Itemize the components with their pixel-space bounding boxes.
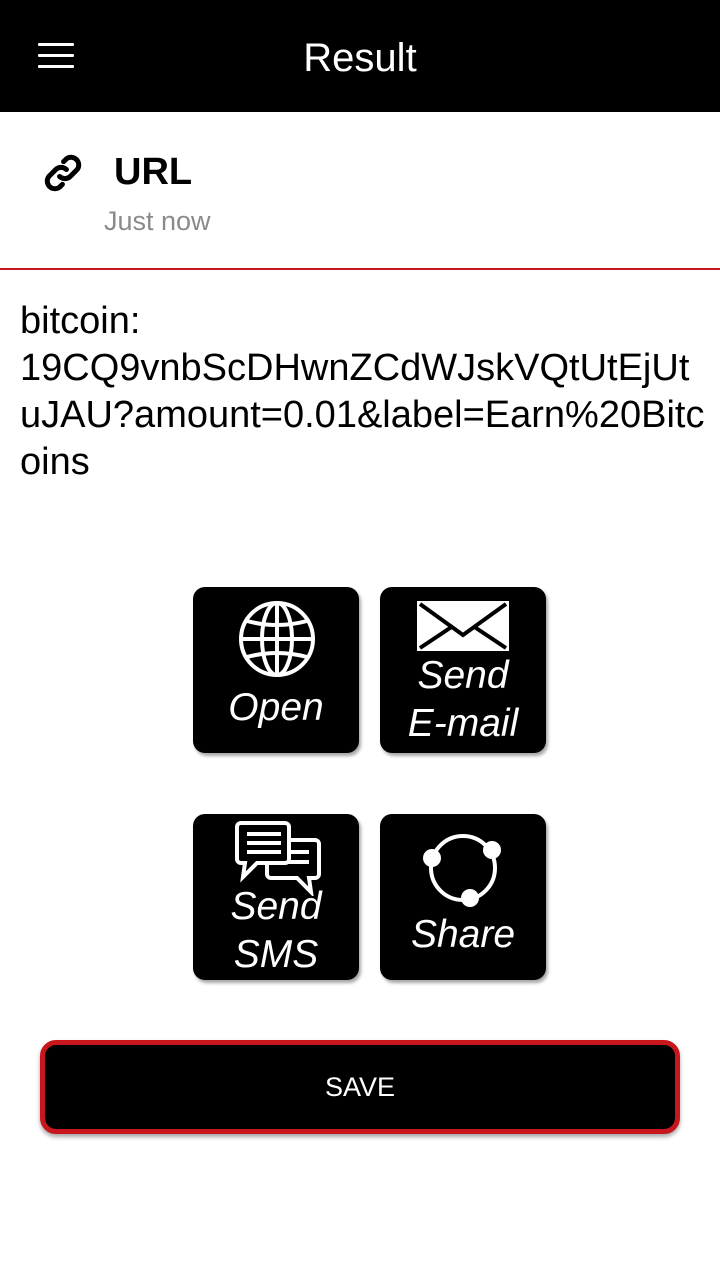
globe-icon <box>239 601 315 677</box>
divider <box>0 268 720 270</box>
result-content: bitcoin: 19CQ9vnbScDHwnZCdWJskVQtUtEjUtu… <box>20 300 705 483</box>
open-button-label: Open <box>228 686 324 729</box>
envelope-icon <box>417 601 509 651</box>
send-email-label-line2: E-mail <box>407 702 519 745</box>
share-button[interactable]: Share <box>380 814 546 980</box>
timestamp: Just now <box>104 206 211 236</box>
page-title: Result <box>303 36 417 80</box>
send-email-button[interactable]: Send E-mail <box>380 587 546 753</box>
open-button[interactable]: Open <box>193 587 359 753</box>
send-email-label-line1: Send <box>417 654 509 697</box>
link-icon <box>44 154 82 192</box>
send-sms-label-line1: Send <box>230 885 322 928</box>
send-sms-label-line2: SMS <box>233 933 319 976</box>
app-bar: Result <box>0 0 720 112</box>
share-button-label: Share <box>410 913 516 956</box>
share-icon <box>423 834 501 907</box>
save-button[interactable]: SAVE <box>40 1040 680 1134</box>
result-type-label: URL <box>114 151 193 193</box>
send-sms-button[interactable]: Send SMS <box>193 814 359 980</box>
